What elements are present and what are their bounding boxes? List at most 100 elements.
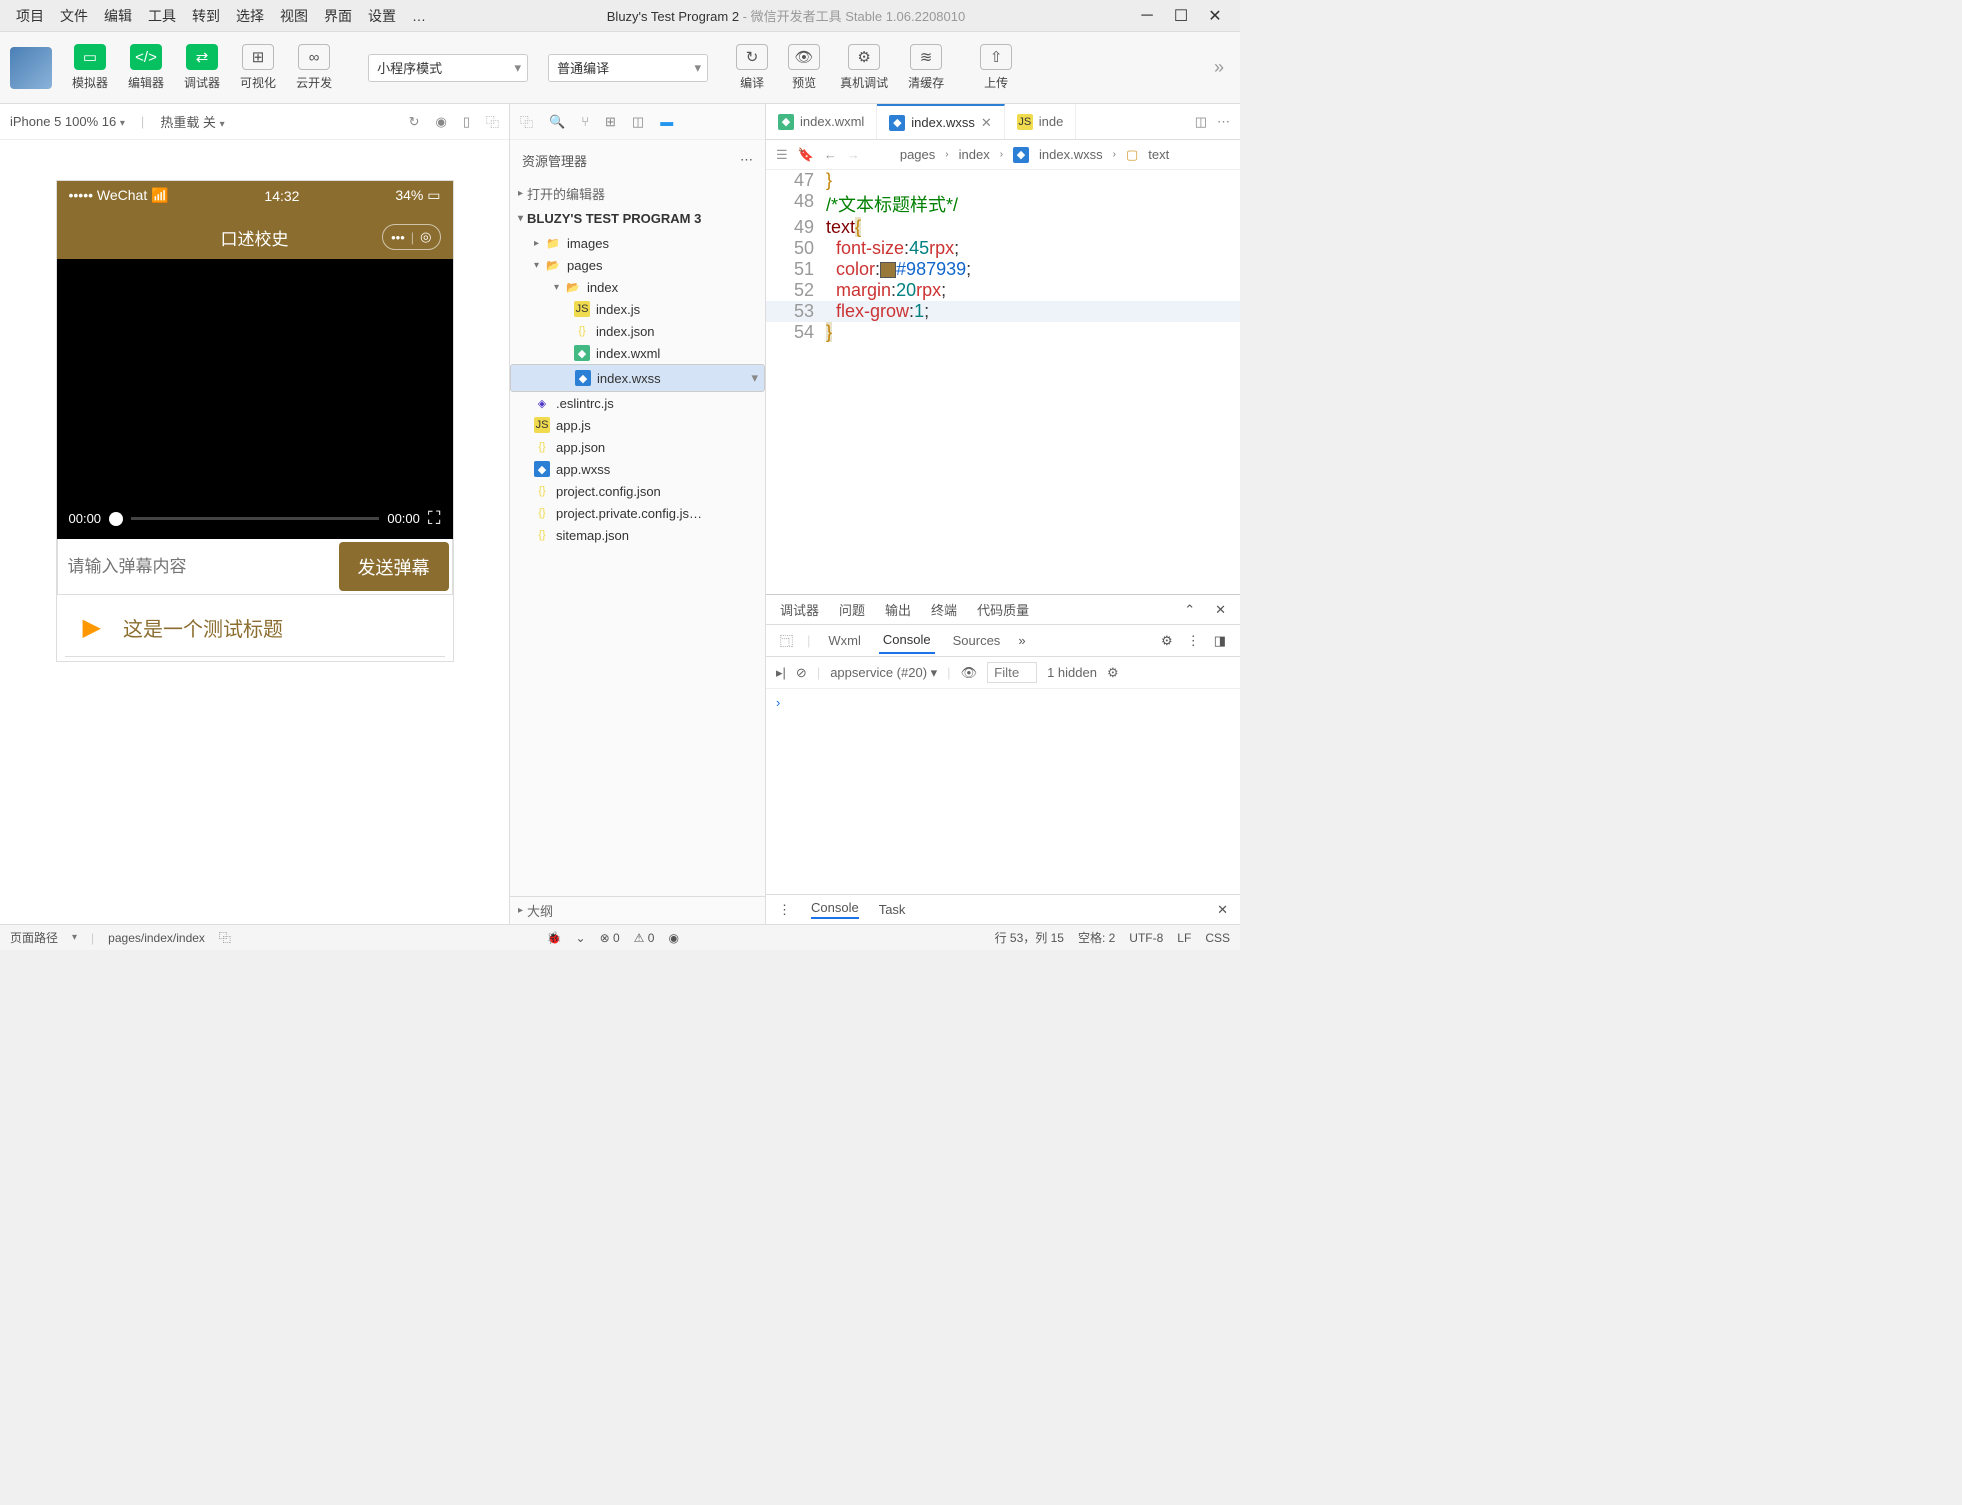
menu-more[interactable]: …: [404, 8, 434, 24]
cursor-position[interactable]: 行 53，列 15: [995, 929, 1064, 946]
list-icon[interactable]: ☰: [776, 147, 788, 163]
devtools-tab-quality[interactable]: 代码质量: [977, 600, 1029, 619]
eol[interactable]: LF: [1177, 931, 1191, 945]
video-scrubber[interactable]: [109, 512, 123, 526]
send-danmu-button[interactable]: 发送弹幕: [339, 542, 449, 591]
compile-mode-select[interactable]: 普通编译: [548, 54, 708, 82]
color-swatch[interactable]: [880, 262, 896, 278]
menu-tool[interactable]: 工具: [140, 6, 184, 26]
preview-button[interactable]: 👁预览: [780, 40, 828, 95]
play-step-icon[interactable]: ▸|: [776, 665, 786, 681]
realdebug-button[interactable]: ⚙真机调试: [832, 40, 896, 95]
outline-section[interactable]: ▸大纲: [510, 896, 765, 924]
devtools-foot-close-icon[interactable]: ✕: [1217, 902, 1228, 918]
language-mode[interactable]: CSS: [1205, 931, 1230, 945]
kebab-icon[interactable]: ⋮: [778, 902, 791, 918]
cloud-button[interactable]: ∞云开发: [288, 40, 340, 95]
crumb-pages[interactable]: pages: [900, 147, 935, 162]
devtools-close-icon[interactable]: ✕: [1215, 602, 1226, 618]
foot-tab-console[interactable]: Console: [811, 900, 859, 919]
search-icon[interactable]: 🔍: [549, 114, 565, 130]
editor-button[interactable]: </>编辑器: [120, 40, 172, 95]
compile-button[interactable]: ↻编译: [728, 40, 776, 95]
devtools-tab-terminal[interactable]: 终端: [931, 600, 957, 619]
chevron-up-icon[interactable]: ⌃: [1184, 602, 1195, 618]
maximize-button[interactable]: ☐: [1172, 7, 1190, 25]
capsule-button[interactable]: •••|◎: [382, 224, 440, 250]
gear-icon[interactable]: ⚙: [1107, 665, 1119, 681]
chevron-down-icon[interactable]: ⌄: [576, 931, 586, 945]
back-arrow-icon[interactable]: ←: [824, 147, 837, 162]
code-editor[interactable]: 47} 48/*文本标题样式*/ 49text{ 50 font-size:45…: [766, 170, 1240, 594]
list-item[interactable]: ▶ 这是一个测试标题: [65, 599, 445, 657]
editor-more-icon[interactable]: ⋯: [1217, 114, 1230, 130]
clear-icon[interactable]: ⊘: [796, 665, 807, 681]
record-icon[interactable]: ◉: [668, 931, 678, 945]
tab-indexwxml[interactable]: ◆index.wxml: [766, 104, 877, 139]
gear-icon[interactable]: ⚙: [1161, 633, 1173, 649]
tree-file-indexjson[interactable]: {}index.json: [510, 320, 765, 342]
video-progress[interactable]: [131, 517, 379, 520]
fullscreen-icon[interactable]: ⛶: [428, 508, 441, 529]
indentation[interactable]: 空格: 2: [1078, 929, 1115, 946]
tab-indexjs[interactable]: JSinde: [1005, 104, 1077, 139]
dock-icon[interactable]: ◨: [1214, 633, 1226, 649]
foot-tab-task[interactable]: Task: [879, 902, 906, 917]
menu-ui[interactable]: 界面: [316, 6, 360, 26]
explorer-more-icon[interactable]: ⋯: [740, 152, 753, 168]
menu-goto[interactable]: 转到: [184, 6, 228, 26]
filter-input[interactable]: [987, 662, 1037, 683]
crumb-index[interactable]: index: [959, 147, 990, 162]
minimize-button[interactable]: ─: [1138, 7, 1156, 25]
inner-tab-console[interactable]: Console: [879, 627, 935, 654]
video-player[interactable]: 00:00 00:00 ⛶: [57, 259, 453, 539]
bug-icon[interactable]: 🐞: [547, 931, 562, 945]
tree-folder-index[interactable]: ▾📂index: [510, 276, 765, 298]
forward-arrow-icon[interactable]: →: [847, 147, 860, 162]
crumb-symbol[interactable]: text: [1148, 147, 1169, 162]
tree-file-indexwxml[interactable]: ◆index.wxml: [510, 342, 765, 364]
tree-file-indexjs[interactable]: JSindex.js: [510, 298, 765, 320]
record-icon[interactable]: ◉: [435, 114, 446, 130]
tree-file-projectprivate[interactable]: {}project.private.config.js…: [510, 502, 765, 524]
tree-file-appwxss[interactable]: ◆app.wxss: [510, 458, 765, 480]
inspect-icon[interactable]: ⿹: [780, 631, 793, 650]
danmu-input[interactable]: [58, 539, 336, 594]
menu-settings[interactable]: 设置: [360, 6, 404, 26]
visual-button[interactable]: ⊞可视化: [232, 40, 284, 95]
overflow-button[interactable]: »: [1208, 57, 1230, 78]
docker-icon[interactable]: ▬: [660, 114, 673, 129]
device-icon[interactable]: ▯: [463, 114, 470, 130]
tab-indexwxss[interactable]: ◆index.wxss✕: [877, 104, 1004, 139]
tree-folder-images[interactable]: ▸📁images: [510, 232, 765, 254]
hotreload-toggle[interactable]: 热重载 关 ▾: [160, 112, 224, 131]
menu-view[interactable]: 视图: [272, 6, 316, 26]
encoding[interactable]: UTF-8: [1129, 931, 1163, 945]
eye-icon[interactable]: 👁: [961, 665, 978, 681]
split-icon[interactable]: ◫: [632, 114, 644, 130]
tree-file-appjson[interactable]: {}app.json: [510, 436, 765, 458]
more-tabs-icon[interactable]: »: [1018, 633, 1025, 648]
bookmark-icon[interactable]: 🔖: [798, 147, 814, 163]
cache-button[interactable]: ≋清缓存: [900, 40, 952, 95]
scope-select[interactable]: appservice (#20) ▾: [830, 665, 937, 681]
mode-select[interactable]: 小程序模式: [368, 54, 528, 82]
branch-icon[interactable]: ⑂: [581, 114, 589, 129]
tree-file-eslint[interactable]: ◈.eslintrc.js: [510, 392, 765, 414]
tree-file-projectconfig[interactable]: {}project.config.json: [510, 480, 765, 502]
files-icon[interactable]: ⿻: [520, 112, 533, 131]
open-editors-section[interactable]: ▸打开的编辑器: [510, 180, 765, 207]
inner-tab-sources[interactable]: Sources: [949, 628, 1005, 653]
project-section[interactable]: ▾BLUZY'S TEST PROGRAM 3: [510, 207, 765, 230]
simulator-button[interactable]: ▭模拟器: [64, 40, 116, 95]
crumb-file[interactable]: index.wxss: [1039, 147, 1103, 162]
tree-file-appjs[interactable]: JSapp.js: [510, 414, 765, 436]
close-tab-icon[interactable]: ✕: [981, 115, 992, 131]
hidden-label[interactable]: 1 hidden: [1047, 665, 1097, 680]
kebab-icon[interactable]: ⋮: [1187, 633, 1200, 649]
menu-file[interactable]: 文件: [52, 6, 96, 26]
tree-folder-pages[interactable]: ▾📂pages: [510, 254, 765, 276]
console-output[interactable]: ›: [766, 689, 1240, 894]
tree-file-sitemap[interactable]: {}sitemap.json: [510, 524, 765, 546]
close-button[interactable]: ✕: [1206, 7, 1224, 25]
